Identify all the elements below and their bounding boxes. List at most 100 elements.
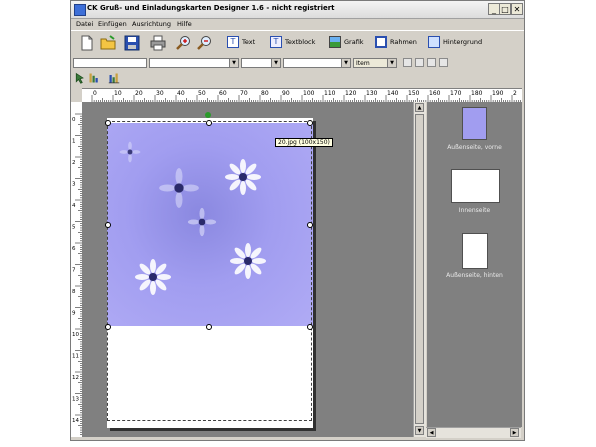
scroll-thumb[interactable] (415, 114, 424, 424)
grafik-button[interactable]: Grafik (329, 33, 364, 51)
font-select[interactable]: ▼ (149, 58, 239, 68)
menu-ausrichtung[interactable]: Ausrichtung (132, 20, 171, 28)
ruler-label: 190 (492, 90, 504, 97)
ruler-label: 0 (93, 90, 97, 97)
page-thumbnail-front[interactable] (462, 107, 487, 140)
chevron-down-icon: ▼ (229, 59, 238, 67)
ruler-label: 8 (72, 289, 76, 295)
card-page[interactable] (105, 112, 313, 428)
ruler-label: 20 (135, 90, 143, 97)
hintergrund-button[interactable]: Hintergrund (428, 33, 482, 51)
page-thumbnail-inside[interactable] (451, 169, 500, 203)
resize-handle[interactable] (307, 222, 313, 228)
scroll-up-icon[interactable]: ▲ (415, 103, 424, 112)
ruler-label: 13 (72, 397, 79, 403)
hintergrund-button-label: Hintergrund (443, 38, 483, 46)
rahmen-button-label: Rahmen (390, 38, 417, 46)
ruler-label: 1 (72, 139, 76, 145)
underline-button[interactable] (427, 58, 436, 67)
image-tooltip: 20.jpg (100x150) (275, 138, 333, 147)
ruler-label: 140 (387, 90, 399, 97)
maximize-button[interactable]: □ (499, 3, 511, 15)
page-label-inside: Innenseite (458, 207, 491, 214)
page-thumbnail-back[interactable] (462, 233, 488, 269)
pages-panel: Außenseite, vorne Innenseite Außenseite,… (426, 102, 522, 427)
window-title: CK Gruß- und Einladungskarten Designer 1… (87, 4, 335, 12)
ruler-label: 6 (72, 246, 76, 252)
resize-handle[interactable] (307, 120, 313, 126)
scroll-down-icon[interactable]: ▼ (415, 426, 424, 435)
new-file-icon[interactable] (79, 35, 95, 51)
ruler-label: 3 (72, 182, 76, 188)
pointer-icon[interactable] (74, 72, 86, 84)
app-icon (74, 4, 86, 16)
resize-handle[interactable] (307, 324, 313, 330)
title-bar[interactable]: CK Gruß- und Einladungskarten Designer 1… (71, 1, 524, 19)
design-canvas[interactable]: 20.jpg (100x150) (83, 102, 413, 437)
ruler-label: 170 (450, 90, 462, 97)
save-icon[interactable] (124, 35, 140, 51)
ruler-label: 100 (303, 90, 315, 97)
resize-handle[interactable] (105, 222, 111, 228)
ruler-label: 120 (345, 90, 357, 97)
align-left-icon[interactable] (88, 72, 100, 84)
ruler-label: 2 (513, 90, 517, 97)
print-icon[interactable] (150, 35, 166, 51)
rahmen-button[interactable]: Rahmen (375, 33, 417, 51)
italic-button[interactable] (415, 58, 424, 67)
ruler-label: 14 (72, 418, 79, 424)
textblock-button[interactable]: T Textblock (270, 33, 315, 51)
textblock-button-label: Textblock (285, 38, 316, 46)
text-icon: T (227, 36, 239, 48)
resize-handle[interactable] (206, 120, 212, 126)
size-select[interactable]: ▼ (241, 58, 281, 68)
ruler-label: 10 (72, 332, 79, 338)
ruler-label: 5 (72, 225, 76, 231)
menu-einfuegen[interactable]: Einfügen (98, 20, 127, 28)
ruler-label: 110 (324, 90, 336, 97)
zoom-in-icon[interactable] (175, 35, 191, 51)
frame-icon (375, 36, 387, 48)
ruler-label: 50 (198, 90, 206, 97)
resize-handle[interactable] (105, 120, 111, 126)
bold-button[interactable] (403, 58, 412, 67)
background-icon (428, 36, 440, 48)
chevron-down-icon: ▼ (341, 59, 350, 67)
menu-datei[interactable]: Datei (76, 20, 93, 28)
open-folder-icon[interactable] (100, 35, 116, 51)
ruler-label: 180 (471, 90, 483, 97)
scroll-left-icon[interactable]: ◀ (427, 428, 436, 437)
ruler-label: 80 (261, 90, 269, 97)
chevron-down-icon: ▼ (271, 59, 280, 67)
color-select[interactable]: ▼ (283, 58, 351, 68)
resize-handle[interactable] (206, 324, 212, 330)
panel-horizontal-scrollbar[interactable]: ◀ ▶ (426, 427, 521, 438)
resize-handle[interactable] (105, 324, 111, 330)
ruler-label: 40 (177, 90, 185, 97)
page-label-front: Außenseite, vorne (447, 144, 502, 151)
ruler-label: 30 (156, 90, 164, 97)
style-select[interactable] (73, 58, 147, 68)
horizontal-ruler-ticks: 0 10 20 30 40 50 60 70 80 90 100 110 120 130 140 150 160… (91, 90, 521, 103)
page-label-back: Außenseite, hinten (446, 272, 503, 279)
align-bottom-icon[interactable] (108, 72, 120, 84)
ruler-label: 4 (72, 203, 76, 209)
ruler-label: 150 (408, 90, 420, 97)
ruler-label: 9 (72, 311, 76, 317)
ruler-label: 0 (72, 117, 76, 123)
ruler-label: 60 (219, 90, 227, 97)
text-button[interactable]: T Text (227, 33, 255, 51)
vertical-ruler-ticks: 01234567891011121314 (72, 113, 82, 435)
text-button-label: Text (242, 38, 256, 46)
scroll-right-icon[interactable]: ▶ (510, 428, 519, 437)
unit-select[interactable]: Item ▼ (353, 58, 397, 68)
ruler-label: 90 (282, 90, 290, 97)
zoom-out-icon[interactable] (196, 35, 212, 51)
menu-hilfe[interactable]: Hilfe (177, 20, 192, 28)
rotate-handle[interactable] (205, 112, 211, 118)
ruler-label: 2 (72, 160, 76, 166)
mail-icon[interactable] (439, 58, 448, 67)
app-window: CK Gruß- und Einladungskarten Designer 1… (70, 0, 525, 441)
close-button[interactable]: ✕ (511, 3, 523, 15)
vertical-scrollbar[interactable]: ▲ ▼ (413, 102, 426, 437)
